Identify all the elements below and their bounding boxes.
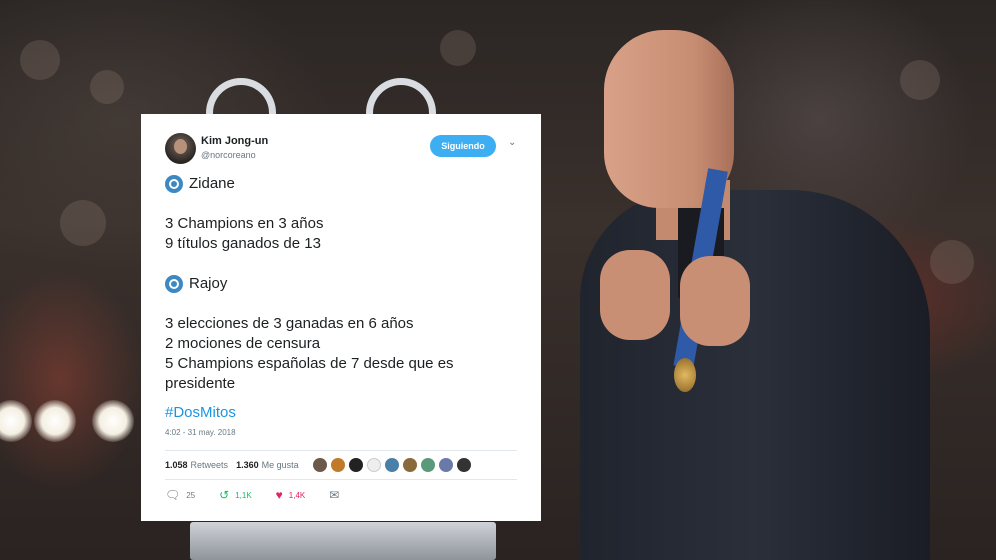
section-heading: Rajoy bbox=[165, 274, 517, 294]
avatar[interactable] bbox=[420, 458, 435, 472]
stadium-light bbox=[34, 400, 76, 442]
section-title-rajoy: Rajoy bbox=[189, 275, 228, 292]
hand bbox=[680, 256, 750, 346]
likes-stat[interactable]: 1.360 Me gusta bbox=[236, 460, 299, 470]
author-name[interactable]: Kim Jong-un bbox=[201, 135, 268, 147]
avatar[interactable] bbox=[402, 458, 417, 472]
medal bbox=[674, 358, 696, 392]
retweets-stat[interactable]: 1.058 Retweets bbox=[165, 460, 228, 470]
avatar[interactable] bbox=[384, 458, 399, 472]
crowd-blur bbox=[440, 30, 476, 66]
retweet-count: 1,1K bbox=[235, 490, 252, 500]
text-line: 9 títulos ganados de 13 bbox=[165, 235, 321, 252]
section-title-zidane: Zidane bbox=[189, 175, 235, 192]
text-line: 3 Champions en 3 años bbox=[165, 215, 324, 232]
reply-count: 25 bbox=[186, 490, 196, 500]
avatar[interactable] bbox=[366, 458, 381, 472]
tweet-actions: 🗨 25 ↺ 1,1K ♥ 1,4K ✉ bbox=[165, 480, 517, 510]
section-heading: Zidane bbox=[165, 174, 517, 194]
likes-label: Me gusta bbox=[261, 460, 299, 470]
heart-icon: ♥ bbox=[275, 488, 283, 502]
reply-button[interactable]: 🗨 25 bbox=[165, 488, 195, 502]
avatar[interactable] bbox=[330, 458, 345, 472]
avatar[interactable] bbox=[165, 133, 196, 164]
radio-button-icon bbox=[165, 275, 183, 293]
jacket bbox=[580, 190, 930, 560]
timestamp[interactable]: 4:02 - 31 may. 2018 bbox=[165, 428, 517, 440]
crowd-blur bbox=[20, 40, 60, 80]
tweet-card: Kim Jong-un @norcoreano Siguiendo ⌄ Zida… bbox=[141, 114, 541, 521]
hashtag-link[interactable]: #DosMitos bbox=[165, 404, 517, 424]
like-count: 1,4K bbox=[288, 490, 306, 500]
crowd-blur bbox=[60, 200, 106, 246]
avatar[interactable] bbox=[312, 458, 327, 472]
text-line: presidente bbox=[165, 375, 236, 392]
trophy-base bbox=[190, 522, 496, 560]
retweet-icon: ↺ bbox=[219, 488, 230, 502]
retweets-count: 1.058 bbox=[165, 460, 188, 470]
engagement-stats: 1.058 Retweets 1.360 Me gusta bbox=[165, 450, 517, 480]
text-line: 2 mociones de censura bbox=[165, 335, 321, 352]
retweets-label: Retweets bbox=[190, 460, 229, 470]
stadium-light bbox=[92, 400, 134, 442]
text-line: 5 Champions españolas de 7 desde que es bbox=[165, 355, 454, 372]
retweet-button[interactable]: ↺ 1,1K bbox=[219, 488, 252, 502]
radio-button-icon bbox=[165, 175, 183, 193]
likes-count: 1.360 bbox=[236, 460, 259, 470]
avatar[interactable] bbox=[456, 458, 471, 472]
tweet-text: Zidane 3 Champions en 3 años 9 títulos g… bbox=[165, 174, 517, 394]
message-button[interactable]: ✉ bbox=[329, 488, 345, 502]
liker-avatars bbox=[312, 458, 475, 472]
author-handle[interactable]: @norcoreano bbox=[201, 150, 256, 160]
tweet-header: Kim Jong-un @norcoreano Siguiendo ⌄ bbox=[165, 132, 517, 168]
person-photo bbox=[560, 20, 940, 560]
reply-icon: 🗨 bbox=[165, 488, 181, 502]
chevron-down-icon[interactable]: ⌄ bbox=[508, 137, 516, 148]
avatar[interactable] bbox=[348, 458, 363, 472]
follow-button[interactable]: Siguiendo bbox=[430, 135, 496, 157]
like-button[interactable]: ♥ 1,4K bbox=[276, 488, 306, 502]
avatar[interactable] bbox=[438, 458, 453, 472]
text-line: 3 elecciones de 3 ganadas en 6 años bbox=[165, 315, 414, 332]
envelope-icon: ✉ bbox=[329, 488, 340, 502]
crowd-blur bbox=[90, 70, 124, 104]
stadium-light bbox=[0, 400, 32, 442]
hand bbox=[600, 250, 670, 340]
